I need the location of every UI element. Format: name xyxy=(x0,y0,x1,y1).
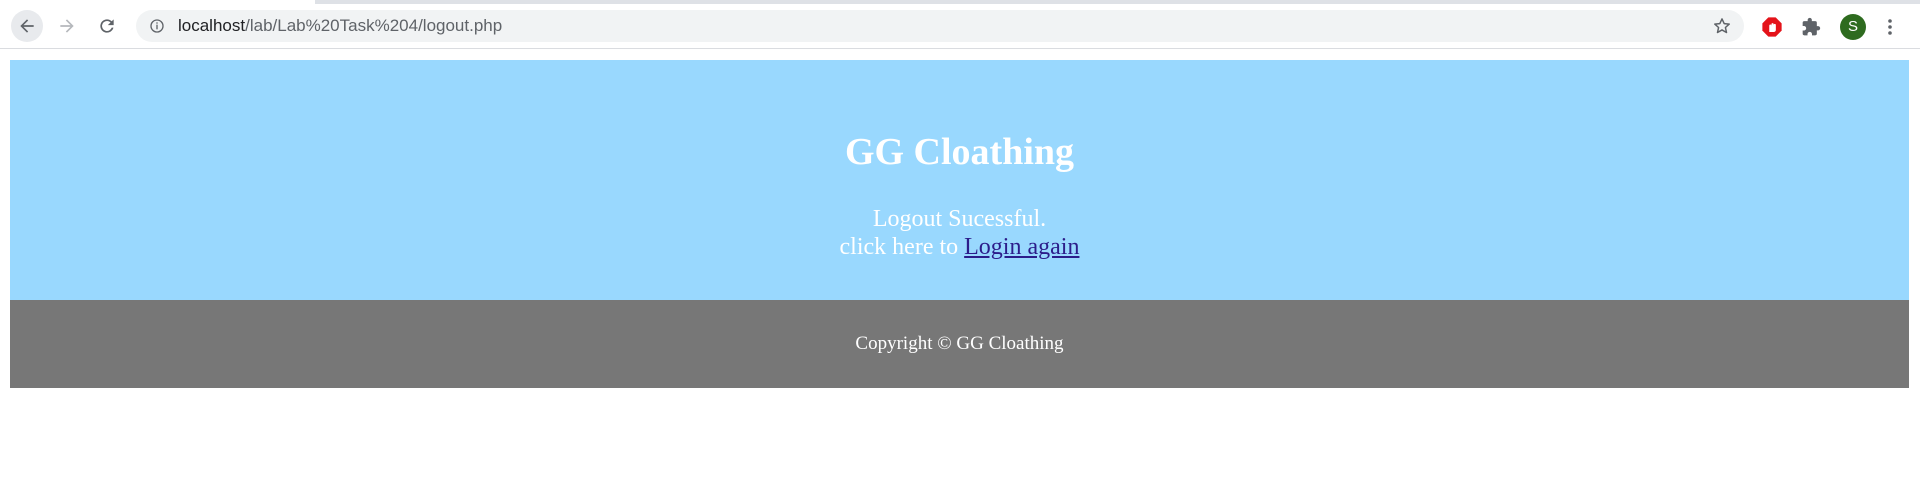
site-title: GG Cloathing xyxy=(844,131,1075,173)
url-text[interactable]: localhost/lab/Lab%20Task%204/logout.php xyxy=(178,17,502,35)
puzzle-icon xyxy=(1802,17,1821,36)
address-bar[interactable]: localhost/lab/Lab%20Task%204/logout.php xyxy=(136,10,1744,42)
login-again-link[interactable]: Login again xyxy=(964,234,1079,260)
adblock-icon xyxy=(1762,17,1782,37)
info-icon[interactable] xyxy=(149,18,165,34)
reload-button[interactable] xyxy=(91,10,123,42)
browser-menu-button[interactable] xyxy=(1880,16,1900,38)
kebab-menu-icon xyxy=(1888,19,1892,35)
url-host: localhost xyxy=(178,16,246,35)
web-page: GG Cloathing Logout Sucessful. click her… xyxy=(0,50,1920,490)
adblock-extension-button[interactable] xyxy=(1761,16,1783,38)
browser-chrome: localhost/lab/Lab%20Task%204/logout.php … xyxy=(0,0,1920,50)
login-prompt: click here to Login again xyxy=(10,233,1909,261)
profile-avatar[interactable]: S xyxy=(1840,14,1866,40)
arrow-right-icon xyxy=(60,19,74,33)
back-button[interactable] xyxy=(11,10,43,42)
browser-toolbar: localhost/lab/Lab%20Task%204/logout.php … xyxy=(0,4,1920,49)
page-footer: Copyright © GG Cloathing xyxy=(10,300,1909,388)
copyright-text: Copyright © GG Cloathing xyxy=(855,333,1064,354)
arrow-left-icon xyxy=(20,19,34,33)
login-prompt-text: click here to xyxy=(839,234,965,260)
logout-message: Logout Sucessful. xyxy=(872,206,1047,232)
url-path: /lab/Lab%20Task%204/logout.php xyxy=(245,16,503,35)
forward-button[interactable] xyxy=(51,10,83,42)
reload-icon xyxy=(100,19,114,33)
extensions-button[interactable] xyxy=(1800,16,1822,38)
star-icon[interactable] xyxy=(1712,16,1732,36)
logout-banner: GG Cloathing Logout Sucessful. click her… xyxy=(10,60,1909,300)
